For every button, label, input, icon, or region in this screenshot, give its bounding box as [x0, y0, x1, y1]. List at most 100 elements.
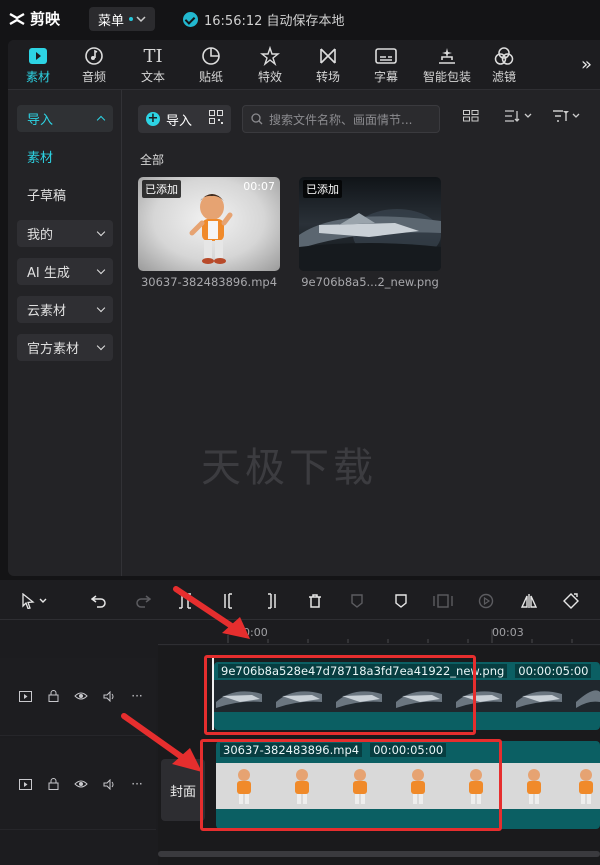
subtitle-icon [375, 48, 397, 64]
sidebar-item-official[interactable]: 官方素材 [17, 334, 113, 361]
smart-pack-icon [439, 48, 455, 64]
trim-right-icon [268, 593, 276, 609]
more-tabs-button[interactable]: » [581, 54, 592, 75]
more-icon[interactable]: ··· [130, 777, 144, 791]
sidebar-item-subdraft[interactable]: 子草稿 [17, 181, 113, 208]
mark-button[interactable] [346, 590, 368, 612]
delete-button[interactable] [304, 590, 326, 612]
import-label: 导入 [166, 113, 193, 129]
title-bar: 剪映 菜单 16:56:12 自动保存本地 [0, 0, 600, 38]
sort-button[interactable] [505, 110, 532, 122]
tab-filter[interactable]: 滤镜 [476, 44, 532, 88]
tab-text[interactable]: TI 文本 [125, 44, 181, 88]
app-name: 剪映 [30, 10, 61, 28]
tab-transition[interactable]: 转场 [300, 44, 356, 88]
trim-right-button[interactable] [260, 590, 282, 612]
sidebar-item-media[interactable]: 素材 [17, 143, 113, 170]
tab-label: 音频 [81, 70, 106, 84]
chevron-down-icon [96, 227, 106, 237]
media-content: + 导入 搜索文件名称、画面情节... 全部 已添加 00:07 30637-3… [123, 90, 600, 576]
sidebar-item-ai-generate[interactable]: AI 生成 [17, 258, 113, 285]
chevron-down-icon [524, 113, 532, 118]
chevron-down-icon [96, 341, 106, 351]
tab-sticker[interactable]: 贴纸 [183, 44, 239, 88]
tab-subtitle[interactable]: 字幕 [358, 44, 414, 88]
mirror-button[interactable] [518, 590, 540, 612]
added-badge: 已添加 [142, 180, 181, 198]
image-thumbnail[interactable]: 已添加 [299, 177, 441, 271]
sidebar-item-label: 子草稿 [27, 189, 67, 204]
filter-icon [494, 47, 514, 65]
undo-button[interactable] [88, 590, 110, 612]
chevron-down-icon [572, 113, 580, 118]
view-toggle-button[interactable] [463, 110, 479, 122]
section-all-label: 全部 [140, 153, 165, 167]
volume-icon[interactable] [102, 778, 116, 790]
transition-icon [320, 48, 336, 64]
filter-button[interactable] [553, 110, 580, 122]
tab-label: 素材 [25, 70, 50, 84]
sidebar-item-label: 导入 [27, 113, 54, 128]
chevron-down-icon [96, 303, 106, 313]
menu-label: 菜单 [97, 13, 124, 29]
timeline-scrollbar[interactable] [158, 851, 600, 857]
effects-icon [260, 46, 280, 66]
sidebar-item-cloud[interactable]: 云素材 [17, 296, 113, 323]
marker-button[interactable] [390, 590, 412, 612]
annotation-arrow-icon [173, 586, 250, 639]
sidebar-item-mine[interactable]: 我的 [17, 220, 113, 247]
annotation-arrow-icon [121, 713, 202, 772]
eye-icon[interactable] [74, 778, 88, 790]
highlight-box [204, 655, 476, 735]
chevron-up-icon [96, 115, 106, 125]
qr-code-icon[interactable] [209, 110, 223, 124]
tab-label: 贴纸 [198, 70, 223, 84]
marker-icon [395, 594, 407, 608]
freeze-frame-button[interactable] [432, 590, 454, 612]
lock-icon[interactable] [46, 690, 60, 702]
rotate-button[interactable] [560, 590, 582, 612]
tab-label: 文本 [140, 70, 165, 84]
shield-icon [351, 594, 363, 608]
sidebar-item-import[interactable]: 导入 [17, 105, 113, 132]
tab-media[interactable]: 素材 [10, 44, 66, 88]
media-filename: 30637-382483896.mp4 [140, 275, 278, 289]
more-icon[interactable]: ··· [130, 689, 144, 703]
tab-label: 特效 [257, 70, 282, 84]
mirror-icon [520, 594, 538, 608]
redo-button[interactable] [132, 590, 154, 612]
tab-smart-pack[interactable]: 智能包装 [417, 44, 477, 88]
lock-icon[interactable] [46, 778, 60, 790]
chevron-down-icon [136, 16, 146, 23]
highlight-box [200, 739, 502, 831]
eye-icon[interactable] [74, 690, 88, 702]
capcut-logo-icon [9, 12, 25, 25]
media-item-image[interactable]: 已添加 9e706b8a5...2_new.png [299, 177, 441, 289]
track-type-icon [18, 778, 32, 790]
media-sidebar: 导入 素材 子草稿 我的 AI 生成 云素材 官方素材 [8, 90, 122, 576]
reverse-button[interactable] [475, 590, 497, 612]
media-item-video[interactable]: 已添加 00:07 30637-382483896.mp4 [138, 177, 280, 289]
select-tool-button[interactable] [14, 590, 54, 612]
volume-icon[interactable] [102, 690, 116, 702]
watermark-text: 天极下载 [201, 445, 377, 491]
search-icon [251, 113, 263, 125]
timeline-toolbar [0, 580, 600, 620]
video-thumbnail[interactable]: 已添加 00:07 [138, 177, 280, 271]
tab-effects[interactable]: 特效 [242, 44, 298, 88]
sidebar-item-label: 云素材 [27, 304, 67, 319]
search-input[interactable]: 搜索文件名称、画面情节... [242, 105, 440, 133]
plus-icon: + [146, 111, 160, 126]
media-filename: 9e706b8a5...2_new.png [301, 275, 439, 289]
added-badge: 已添加 [303, 180, 342, 198]
grid-view-icon [463, 110, 479, 122]
search-placeholder: 搜索文件名称、画面情节... [269, 112, 413, 127]
filter-sort-icon [553, 110, 569, 122]
app-logo: 剪映 [8, 8, 60, 29]
sidebar-item-label: AI 生成 [27, 266, 70, 281]
media-panel: 素材 音频 TI 文本 贴纸 特效 转场 字幕 智能包装 滤镜 » 导入 素材 … [8, 40, 600, 576]
text-icon: TI [143, 45, 163, 67]
menu-button[interactable]: 菜单 [89, 7, 155, 31]
tab-label: 转场 [315, 70, 340, 84]
tab-audio[interactable]: 音频 [66, 44, 122, 88]
